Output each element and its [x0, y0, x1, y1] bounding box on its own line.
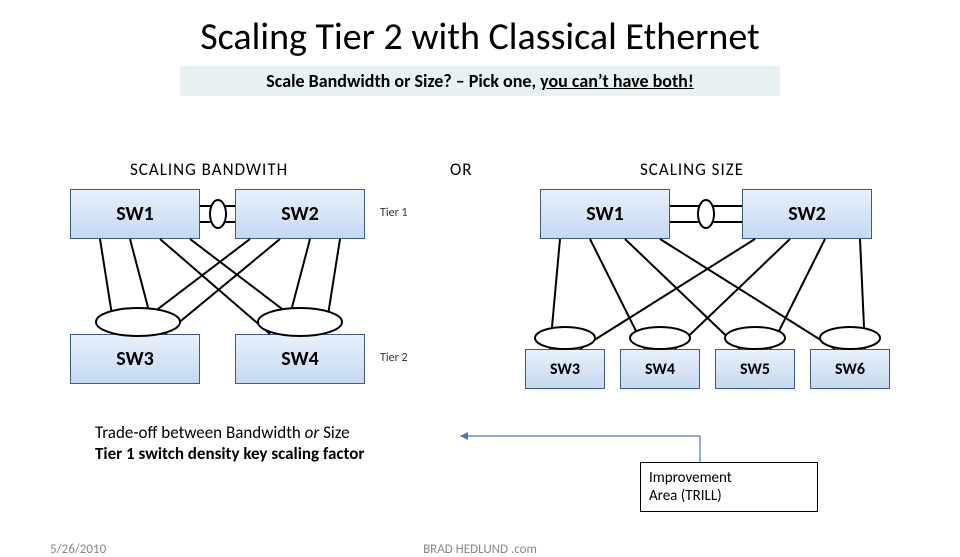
subtitle-text-b: you can’t have both! — [540, 70, 694, 92]
slide-subtitle: Scale Bandwidth or Size? – Pick one, you… — [180, 66, 780, 96]
footer-brand: BRAD HEDLUND .com — [0, 542, 960, 557]
slide-title: Scaling Tier 2 with Classical Ethernet — [0, 14, 960, 60]
right-sw4-box: SW4 — [620, 349, 700, 389]
left-sw4-box: SW4 — [235, 334, 365, 384]
improvement-box: Improvement Area (TRILL) — [640, 462, 818, 512]
label-tier1: Tier 1 — [380, 206, 408, 220]
right-sw1-box: SW1 — [540, 189, 670, 239]
label-tier2: Tier 2 — [380, 351, 408, 365]
right-sw6-box: SW6 — [810, 349, 890, 389]
tradeoff-l1b: or — [305, 422, 323, 443]
label-scaling-bandwidth: SCALING BANDWITH — [130, 159, 288, 180]
label-or: OR — [450, 159, 473, 180]
right-sw3-box: SW3 — [525, 349, 605, 389]
label-scaling-size: SCALING SIZE — [640, 159, 744, 180]
subtitle-text-a: Scale Bandwidth or Size? – Pick one, — [266, 70, 540, 92]
tradeoff-l1a: Trade-off between Bandwidth — [95, 422, 305, 443]
improvement-l1: Improvement — [649, 469, 732, 487]
left-sw2-box: SW2 — [235, 189, 365, 239]
left-sw1-box: SW1 — [70, 189, 200, 239]
improvement-l2: Area (TRILL) — [649, 487, 722, 505]
tradeoff-text: Trade-off between Bandwidth or Size Tier… — [95, 422, 364, 464]
right-sw5-box: SW5 — [715, 349, 795, 389]
left-sw3-box: SW3 — [70, 334, 200, 384]
tradeoff-l2: Tier 1 switch density key scaling factor — [95, 443, 364, 464]
right-sw2-box: SW2 — [742, 189, 872, 239]
tradeoff-l1c: Size — [323, 422, 350, 443]
